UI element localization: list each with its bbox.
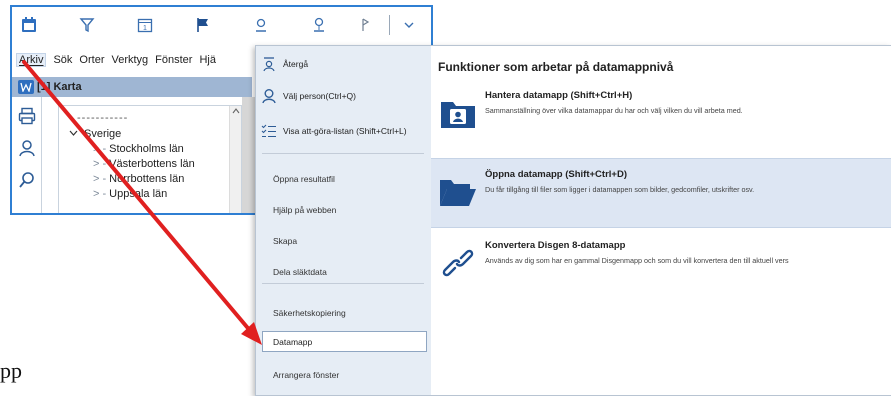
person-icon: [260, 88, 278, 104]
backstage-nav: Återgå Välj person(Ctrl+Q) Visa att-göra…: [256, 46, 431, 395]
cropped-text: pp: [0, 358, 22, 383]
calendar-icon[interactable]: 1: [132, 13, 158, 37]
tree-branch-icon: > -: [93, 188, 107, 200]
toolbar: 1: [12, 7, 431, 47]
tree-branch-icon: > -: [93, 173, 107, 185]
search-icon[interactable]: [12, 167, 42, 193]
dropdown-icon[interactable]: [396, 13, 422, 37]
calendar-book-icon[interactable]: [16, 13, 42, 37]
tree-item-label: Stockholms län: [109, 143, 184, 155]
flag-icon[interactable]: [190, 13, 216, 37]
backstage-content: Funktioner som arbetar på datamappnivå H…: [431, 46, 891, 395]
map-window-title: Karta: [53, 81, 82, 93]
tree-branch-icon: > -: [93, 158, 107, 170]
menu-sok[interactable]: Sök: [53, 54, 72, 66]
print-icon[interactable]: [12, 103, 42, 129]
arkiv-backstage-panel: Återgå Välj person(Ctrl+Q) Visa att-göra…: [255, 45, 891, 396]
functions-heading: Funktioner som arbetar på datamappnivå: [438, 60, 674, 74]
open-folder-icon: [437, 171, 479, 213]
svg-text:1: 1: [143, 25, 147, 32]
pin-icon[interactable]: [352, 13, 378, 37]
function-konvertera-disgen[interactable]: Konvertera Disgen 8-datamapp Används av …: [431, 230, 891, 300]
tree-root[interactable]: Sverige: [59, 124, 241, 140]
filter-icon[interactable]: [74, 13, 100, 37]
person-pin-icon[interactable]: [248, 13, 274, 37]
folder-person-icon: [437, 92, 479, 134]
toolbar-separator: [389, 15, 390, 35]
function-title: Öppna datamapp (Shift+Ctrl+D): [485, 169, 627, 180]
link-icon: [437, 242, 479, 284]
side-toolbar: [12, 97, 42, 213]
map-window-title-bar[interactable]: [1] Karta: [12, 77, 252, 97]
menu-hjalp[interactable]: Hjä: [199, 54, 216, 66]
place-tree: ----------- Sverige > - Stockholms län > …: [58, 105, 242, 213]
nav-item-atergå[interactable]: Återgå: [260, 56, 426, 72]
function-title: Hantera datamapp (Shift+Ctrl+H): [485, 90, 633, 101]
menu-fonster[interactable]: Fönster: [155, 54, 192, 66]
tree-branch-icon: > -: [93, 143, 107, 155]
tree-item[interactable]: > - Västerbottens län: [59, 155, 241, 170]
function-hantera-datamapp[interactable]: Hantera datamapp (Shift+Ctrl+H) Sammanst…: [431, 80, 891, 150]
function-description: Du får tillgång till filer som ligger i …: [485, 185, 755, 194]
nav-item-att-gora-listan[interactable]: Visa att-göra-listan (Shift+Ctrl+L): [260, 124, 426, 138]
checklist-icon: [260, 124, 278, 138]
nav-item-skapa[interactable]: Skapa: [273, 236, 297, 246]
function-description: Sammanställning över vilka datamappar du…: [485, 106, 743, 115]
nav-item-oppna-resultatfil[interactable]: Öppna resultatfil: [273, 174, 335, 184]
nav-item-label: Återgå: [283, 59, 309, 69]
menu-verktyg[interactable]: Verktyg: [111, 54, 148, 66]
map-window-title-prefix: [1]: [37, 81, 51, 93]
nav-item-valj-person[interactable]: Välj person(Ctrl+Q): [260, 88, 426, 104]
function-description: Används av dig som har en gammal Disgenm…: [485, 256, 789, 265]
menu-orter[interactable]: Orter: [79, 54, 104, 66]
nav-separator: [262, 153, 424, 154]
nav-item-label: Visa att-göra-listan (Shift+Ctrl+L): [283, 126, 407, 136]
tree-item[interactable]: > - Norrbottens län: [59, 170, 241, 185]
function-title: Konvertera Disgen 8-datamapp: [485, 240, 626, 251]
disgen-logo-icon: [18, 80, 34, 94]
back-arrow-icon: [260, 56, 278, 72]
screenshot-stage: 1 Arkiv Sök Orter Verktyg Fönster Hjä [1…: [0, 0, 891, 396]
nav-item-label: Välj person(Ctrl+Q): [283, 91, 356, 101]
tree-item-label: Västerbottens län: [109, 158, 195, 170]
tree-item-label: Norrbottens län: [109, 173, 185, 185]
tree-item[interactable]: > - Uppsala län: [59, 185, 241, 200]
nav-item-arrangera-fonster[interactable]: Arrangera fönster: [273, 370, 339, 380]
tree-dashes: -----------: [77, 112, 129, 124]
scroll-up-icon[interactable]: [230, 106, 242, 116]
nav-separator: [262, 283, 424, 284]
tree-item[interactable]: > - Stockholms län: [59, 140, 241, 155]
nav-item-hjalp-pa-webben[interactable]: Hjälp på webben: [273, 205, 336, 215]
menu-arkiv[interactable]: Arkiv: [16, 53, 47, 67]
tree-item-label: Uppsala län: [109, 188, 168, 200]
tree-root-label: Sverige: [84, 128, 122, 140]
tree-scrollbar[interactable]: [229, 106, 242, 213]
function-oppna-datamapp[interactable]: Öppna datamapp (Shift+Ctrl+D) Du får til…: [431, 158, 891, 228]
person-icon[interactable]: [12, 135, 42, 161]
map-pin-icon[interactable]: [306, 13, 332, 37]
nav-item-datamapp[interactable]: Datamapp: [262, 331, 427, 352]
nav-item-dela-slaktdata[interactable]: Dela släktdata: [273, 267, 327, 277]
chevron-down-icon[interactable]: [69, 128, 78, 140]
nav-item-sakerhetskopiering[interactable]: Säkerhetskopiering: [273, 308, 346, 318]
